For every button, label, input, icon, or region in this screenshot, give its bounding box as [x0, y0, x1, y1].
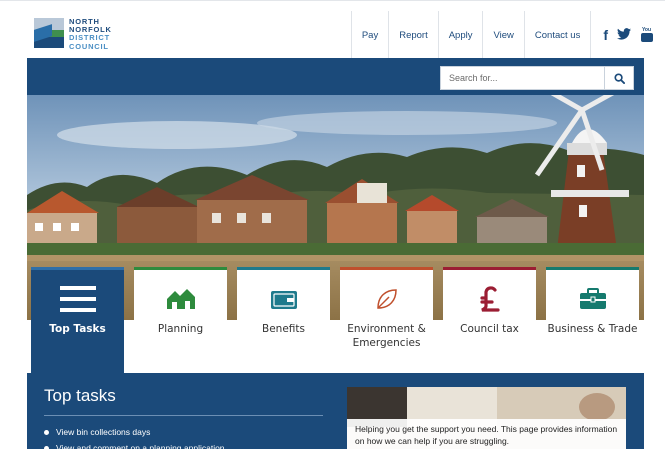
tile-label: Planning: [157, 323, 204, 335]
top-tasks-section: Top tasks View bin collections days View…: [27, 373, 644, 449]
nav-link-view[interactable]: View: [482, 11, 523, 59]
tile-label: Business & Trade: [547, 323, 638, 335]
social-links: f You: [590, 11, 665, 59]
logo-mark-icon: [34, 18, 64, 48]
wallet-icon: [237, 286, 330, 312]
task-list: View bin collections days View and comme…: [44, 424, 225, 449]
category-tiles: Top Tasks Planning Benefits Environment …: [31, 267, 639, 373]
divider: [44, 415, 323, 416]
site-header: NORTH NORFOLK DISTRICT COUNCIL Pay Repor…: [0, 0, 665, 59]
task-link[interactable]: View bin collections days: [44, 424, 225, 440]
pound-icon: [443, 286, 536, 312]
nav-link-report[interactable]: Report: [388, 11, 438, 59]
top-nav: Pay Report Apply View Contact us f You: [350, 11, 665, 59]
houses-icon: [134, 286, 227, 312]
briefcase-icon: [546, 286, 639, 312]
youtube-icon[interactable]: You: [640, 27, 653, 43]
search-form: [440, 66, 634, 90]
search-input[interactable]: [440, 66, 604, 90]
bullet-icon: [44, 445, 49, 449]
twitter-icon[interactable]: [617, 27, 631, 43]
task-link-label: View and comment on a planning applicati…: [56, 443, 225, 449]
leaf-icon: [340, 286, 433, 312]
tile-business[interactable]: Business & Trade: [546, 267, 639, 373]
promo-card[interactable]: Helping you get the support you need. Th…: [347, 387, 626, 449]
logo-line: COUNCIL: [69, 41, 109, 51]
tile-label: Environment & Emergencies: [347, 323, 426, 349]
facebook-icon[interactable]: f: [603, 27, 608, 43]
tile-top-tasks[interactable]: Top Tasks: [31, 267, 124, 373]
task-link-label: View bin collections days: [56, 427, 151, 437]
council-logo[interactable]: NORTH NORFOLK DISTRICT COUNCIL: [34, 17, 112, 51]
menu-icon: [31, 286, 124, 312]
search-icon: [613, 72, 625, 84]
tile-planning[interactable]: Planning: [134, 267, 227, 373]
search-band: [27, 58, 644, 95]
tile-environment[interactable]: Environment & Emergencies: [340, 267, 433, 373]
task-link[interactable]: View and comment on a planning applicati…: [44, 440, 225, 449]
tile-council-tax[interactable]: Council tax: [443, 267, 536, 373]
nav-link-apply[interactable]: Apply: [437, 11, 483, 59]
section-heading: Top tasks: [44, 386, 116, 405]
search-button[interactable]: [604, 66, 634, 90]
bullet-icon: [44, 429, 49, 435]
tile-label: Benefits: [262, 323, 305, 335]
nav-link-contact[interactable]: Contact us: [523, 11, 590, 59]
tile-label: Council tax: [460, 323, 519, 335]
tile-benefits[interactable]: Benefits: [237, 267, 330, 373]
nav-link-pay[interactable]: Pay: [350, 11, 388, 59]
logo-text: NORTH NORFOLK DISTRICT COUNCIL: [69, 17, 112, 51]
tile-label: Top Tasks: [49, 323, 106, 335]
promo-text: Helping you get the support you need. Th…: [347, 419, 626, 449]
